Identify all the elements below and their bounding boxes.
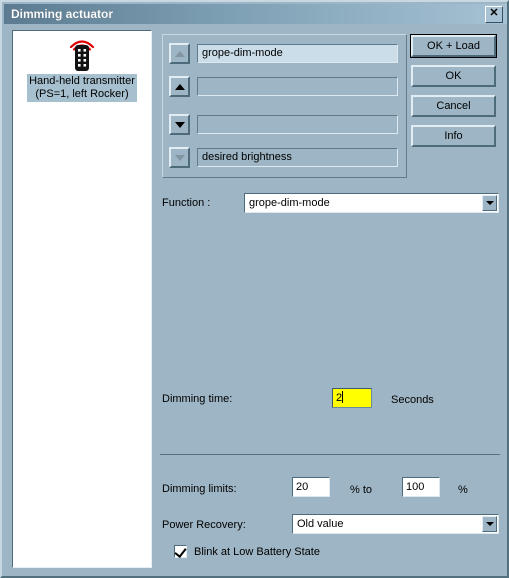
function-select[interactable]: grope-dim-mode bbox=[244, 193, 499, 213]
function-select-value: grope-dim-mode bbox=[249, 197, 330, 209]
link-field-2[interactable] bbox=[197, 77, 398, 96]
ok-button[interactable]: OK bbox=[411, 65, 496, 87]
dimming-limits-mid-unit: % to bbox=[350, 484, 373, 496]
function-label: Function : bbox=[162, 197, 211, 209]
close-icon[interactable]: ✕ bbox=[485, 6, 503, 23]
dimming-limit-max-input[interactable]: 100 bbox=[402, 477, 440, 497]
blink-low-battery-checkbox[interactable]: Blink at Low Battery State bbox=[174, 545, 320, 558]
arrow-down-icon[interactable] bbox=[169, 147, 190, 168]
blink-low-battery-label: Blink at Low Battery State bbox=[194, 545, 320, 558]
link-assignment-group: grope-dim-mode desired brightness bbox=[162, 34, 407, 178]
device-list-panel[interactable]: Hand-held transmitter (PS=1, left Rocker… bbox=[12, 30, 152, 568]
dimming-actuator-dialog: Dimming actuator ✕ Hand-held transmitter… bbox=[0, 0, 509, 578]
title-bar: Dimming actuator ✕ bbox=[4, 4, 507, 24]
handheld-transmitter-icon bbox=[69, 40, 95, 71]
list-item[interactable]: Hand-held transmitter (PS=1, left Rocker… bbox=[13, 36, 151, 102]
divider bbox=[160, 454, 500, 455]
dimming-time-label: Dimming time: bbox=[162, 393, 233, 405]
list-item-label: Hand-held transmitter (PS=1, left Rocker… bbox=[27, 74, 137, 102]
info-button[interactable]: Info bbox=[411, 125, 496, 147]
link-field-3[interactable] bbox=[197, 115, 398, 134]
link-field-1[interactable]: grope-dim-mode bbox=[197, 44, 398, 63]
power-recovery-value: Old value bbox=[297, 518, 344, 530]
dimming-time-input[interactable]: 2 bbox=[332, 388, 372, 408]
text-caret bbox=[342, 391, 344, 403]
power-recovery-label: Power Recovery: bbox=[162, 519, 246, 531]
dimming-time-unit: Seconds bbox=[391, 394, 434, 406]
arrow-up-icon[interactable] bbox=[169, 43, 190, 64]
checkbox-box[interactable] bbox=[174, 545, 187, 558]
dimming-limit-min-input[interactable]: 20 bbox=[292, 477, 330, 497]
ok-load-button[interactable]: OK + Load bbox=[410, 34, 497, 58]
chevron-down-icon[interactable] bbox=[482, 195, 497, 211]
power-recovery-select[interactable]: Old value bbox=[292, 514, 499, 534]
dimming-limits-label: Dimming limits: bbox=[162, 483, 237, 495]
check-icon bbox=[174, 545, 187, 558]
window-title: Dimming actuator bbox=[11, 7, 114, 21]
chevron-down-icon[interactable] bbox=[482, 516, 497, 532]
dimming-limits-end-unit: % bbox=[458, 484, 468, 496]
arrow-down-icon[interactable] bbox=[169, 114, 190, 135]
cancel-button[interactable]: Cancel bbox=[411, 95, 496, 117]
link-field-4[interactable]: desired brightness bbox=[197, 148, 398, 167]
arrow-up-icon[interactable] bbox=[169, 76, 190, 97]
